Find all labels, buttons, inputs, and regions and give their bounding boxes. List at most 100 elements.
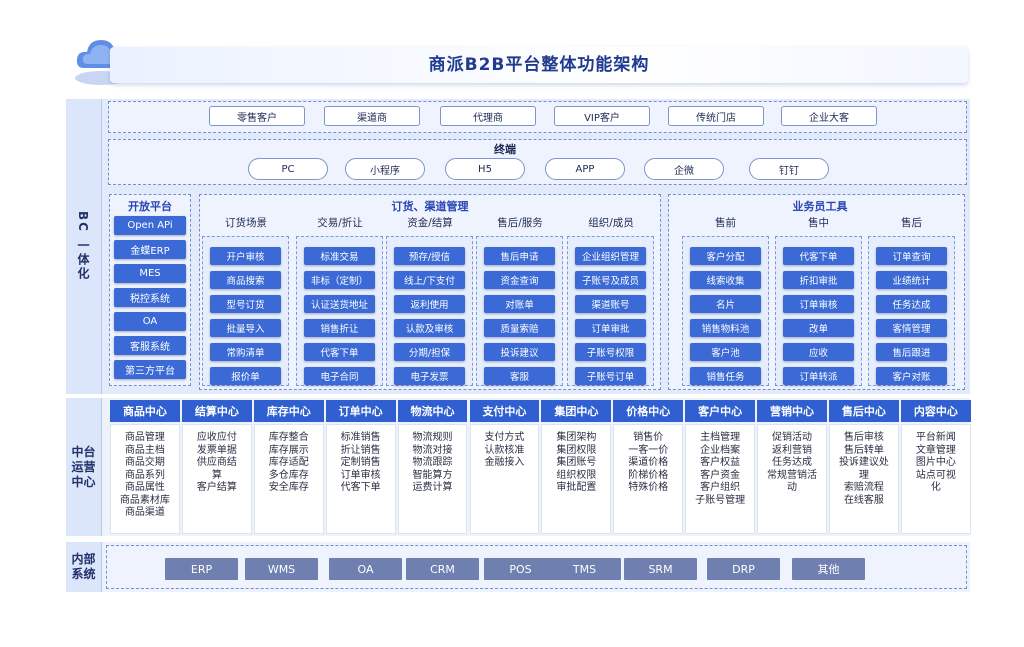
order-column-title: 资金/结算 xyxy=(407,217,453,229)
center-header[interactable]: 售后中心 xyxy=(829,400,899,422)
terminal-item[interactable]: APP xyxy=(545,158,625,180)
terminal-item[interactable]: 小程序 xyxy=(345,158,425,180)
order-feature-button[interactable]: 型号订货 xyxy=(210,295,281,313)
center-header[interactable]: 结算中心 xyxy=(181,400,252,422)
sales-feature-button[interactable]: 订单审核 xyxy=(783,295,854,313)
terminal-item[interactable]: 钉钉 xyxy=(749,158,829,180)
sales-feature-button[interactable]: 应收 xyxy=(783,343,854,361)
order-feature-button[interactable]: 非标（定制） xyxy=(304,271,375,289)
order-feature-button[interactable]: 客服 xyxy=(484,367,555,385)
customer-type-item[interactable]: 代理商 xyxy=(440,106,536,126)
sales-feature-button[interactable]: 业绩统计 xyxy=(876,271,947,289)
order-feature-button[interactable]: 电子合同 xyxy=(304,367,375,385)
customer-type-item[interactable]: 企业大客 xyxy=(781,106,877,126)
sales-feature-button[interactable]: 客户池 xyxy=(690,343,761,361)
open-platform-item[interactable]: 金蝶ERP xyxy=(114,240,186,259)
internal-system-item[interactable]: CRM xyxy=(406,558,479,580)
sales-feature-button[interactable]: 售后跟进 xyxy=(876,343,947,361)
center-description: 主档管理 企业档案 客户权益 客户资金 客户组织 子账号管理 xyxy=(695,432,746,506)
order-feature-button[interactable]: 报价单 xyxy=(210,367,281,385)
sales-feature-button[interactable]: 折扣审批 xyxy=(783,271,854,289)
internal-system-item[interactable]: WMS xyxy=(245,558,318,580)
internal-system-item[interactable]: SRM xyxy=(624,558,697,580)
order-feature-button[interactable]: 销售折让 xyxy=(304,319,375,337)
center-header[interactable]: 库存中心 xyxy=(253,400,324,422)
center-description: 支付方式 认款核准 金融接入 xyxy=(484,432,525,468)
open-platform-item[interactable]: 客服系统 xyxy=(114,336,186,355)
internal-system-item[interactable]: ERP xyxy=(165,558,238,580)
center-header[interactable]: 内容中心 xyxy=(900,400,971,422)
open-platform-item[interactable]: OA xyxy=(114,312,186,331)
order-feature-button[interactable]: 预存/授信 xyxy=(394,247,465,265)
sales-column-title: 售中 xyxy=(808,217,829,229)
sales-feature-button[interactable]: 销售任务 xyxy=(690,367,761,385)
sales-feature-button[interactable]: 任务达成 xyxy=(876,295,947,313)
customer-type-item[interactable]: 零售客户 xyxy=(209,106,305,126)
sales-feature-button[interactable]: 名片 xyxy=(690,295,761,313)
order-feature-button[interactable]: 开户审核 xyxy=(210,247,281,265)
middle-section-label: 中台 运营 中心 xyxy=(66,398,102,536)
order-column-title: 组织/成员 xyxy=(588,217,634,229)
order-feature-button[interactable]: 子账号及成员 xyxy=(575,271,646,289)
order-feature-button[interactable]: 返利使用 xyxy=(394,295,465,313)
order-feature-button[interactable]: 订单审批 xyxy=(575,319,646,337)
sales-feature-button[interactable]: 客情管理 xyxy=(876,319,947,337)
order-feature-button[interactable]: 子账号订单 xyxy=(575,367,646,385)
order-feature-button[interactable]: 电子发票 xyxy=(394,367,465,385)
customer-type-item[interactable]: 渠道商 xyxy=(324,106,420,126)
sales-tools-title: 业务员工具 xyxy=(792,200,848,213)
order-feature-button[interactable]: 认款及审核 xyxy=(394,319,465,337)
sales-feature-button[interactable]: 代客下单 xyxy=(783,247,854,265)
center-header[interactable]: 订单中心 xyxy=(325,400,396,422)
order-feature-button[interactable]: 售后申请 xyxy=(484,247,555,265)
order-feature-button[interactable]: 代客下单 xyxy=(304,343,375,361)
internal-system-item[interactable]: OA xyxy=(329,558,402,580)
customer-type-item[interactable]: VIP客户 xyxy=(554,106,650,126)
center-description: 销售价 一客一价 渠道价格 阶梯价格 特殊价格 xyxy=(628,432,669,493)
sales-feature-button[interactable]: 销售物料池 xyxy=(690,319,761,337)
terminal-item[interactable]: PC xyxy=(248,158,328,180)
internal-system-item[interactable]: 其他 xyxy=(792,558,865,580)
internal-system-item[interactable]: TMS xyxy=(548,558,621,580)
order-feature-button[interactable]: 渠道账号 xyxy=(575,295,646,313)
open-platform-item[interactable]: 第三方平台 xyxy=(114,360,186,379)
order-feature-button[interactable]: 资金查询 xyxy=(484,271,555,289)
center-description: 标准销售 折让销售 定制销售 订单审核 代客下单 xyxy=(340,432,381,493)
order-feature-button[interactable]: 对账单 xyxy=(484,295,555,313)
order-feature-button[interactable]: 子账号权限 xyxy=(575,343,646,361)
sales-feature-button[interactable]: 客户对账 xyxy=(876,367,947,385)
order-feature-button[interactable]: 企业组织管理 xyxy=(575,247,646,265)
center-description: 物流规则 物流对接 物流跟踪 智能算方 运费计算 xyxy=(412,432,453,493)
center-header[interactable]: 营销中心 xyxy=(757,400,827,422)
open-platform-item[interactable]: MES xyxy=(114,264,186,283)
order-feature-button[interactable]: 线上/下支付 xyxy=(394,271,465,289)
internal-system-item[interactable]: POS xyxy=(484,558,557,580)
internal-system-item[interactable]: DRP xyxy=(707,558,780,580)
customer-type-item[interactable]: 传统门店 xyxy=(668,106,764,126)
order-feature-button[interactable]: 质量索赔 xyxy=(484,319,555,337)
terminal-item[interactable]: 企微 xyxy=(644,158,724,180)
sales-feature-button[interactable]: 线索收集 xyxy=(690,271,761,289)
center-header[interactable]: 物流中心 xyxy=(397,400,468,422)
order-feature-button[interactable]: 常购清单 xyxy=(210,343,281,361)
open-platform-item[interactable]: Open APi xyxy=(114,216,186,235)
order-feature-button[interactable]: 分期/担保 xyxy=(394,343,465,361)
sales-feature-button[interactable]: 订单查询 xyxy=(876,247,947,265)
order-feature-button[interactable]: 商品搜索 xyxy=(210,271,281,289)
order-feature-button[interactable]: 投诉建议 xyxy=(484,343,555,361)
sales-feature-button[interactable]: 客户分配 xyxy=(690,247,761,265)
center-description: 集团架构 集团权限 集团账号 组织权限 审批配置 xyxy=(556,432,597,493)
center-header[interactable]: 客户中心 xyxy=(685,400,756,422)
open-platform-item[interactable]: 税控系统 xyxy=(114,288,186,307)
center-header[interactable]: 支付中心 xyxy=(469,400,540,422)
terminal-item[interactable]: H5 xyxy=(445,158,525,180)
sales-feature-button[interactable]: 订单转派 xyxy=(783,367,854,385)
sales-feature-button[interactable]: 改单 xyxy=(783,319,854,337)
center-header[interactable]: 价格中心 xyxy=(613,400,684,422)
center-header[interactable]: 集团中心 xyxy=(541,400,612,422)
center-description: 库存整合 库存展示 库存适配 多仓库存 安全库存 xyxy=(268,432,309,493)
order-feature-button[interactable]: 批量导入 xyxy=(210,319,281,337)
order-feature-button[interactable]: 标准交易 xyxy=(304,247,375,265)
center-header[interactable]: 商品中心 xyxy=(110,400,180,422)
order-feature-button[interactable]: 认证送货地址 xyxy=(304,295,375,313)
